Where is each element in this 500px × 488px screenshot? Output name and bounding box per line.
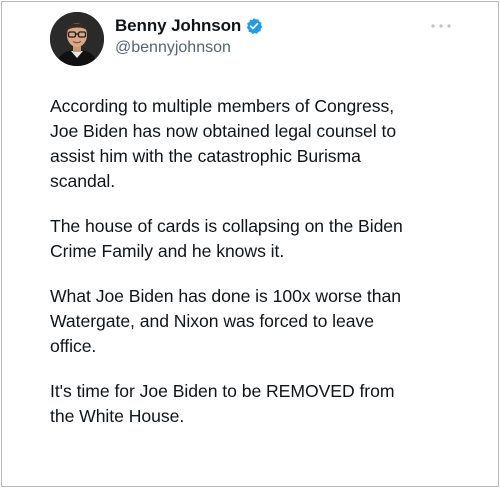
tweet-paragraph-2: The house of cards is collapsing on the … bbox=[50, 216, 403, 261]
more-horizontal-icon bbox=[431, 24, 451, 28]
verified-badge-icon[interactable] bbox=[245, 17, 263, 35]
author-handle[interactable]: @bennyjohnson bbox=[115, 39, 231, 57]
author-display-name[interactable]: Benny Johnson bbox=[115, 16, 241, 36]
tweet-paragraph-4: It's time for Joe Biden to be REMOVED fr… bbox=[50, 381, 395, 426]
tweet-card: Benny Johnson @bennyjohnson According to… bbox=[1, 1, 499, 487]
profile-photo-icon bbox=[50, 12, 104, 66]
tweet-paragraph-1: According to multiple members of Congres… bbox=[50, 96, 397, 191]
tweet-body: According to multiple members of Congres… bbox=[50, 94, 490, 449]
avatar[interactable] bbox=[50, 12, 104, 66]
tweet-paragraph-3: What Joe Biden has done is 100x worse th… bbox=[50, 286, 401, 356]
author-name-row: Benny Johnson bbox=[115, 15, 263, 37]
more-options-button[interactable] bbox=[428, 19, 454, 33]
